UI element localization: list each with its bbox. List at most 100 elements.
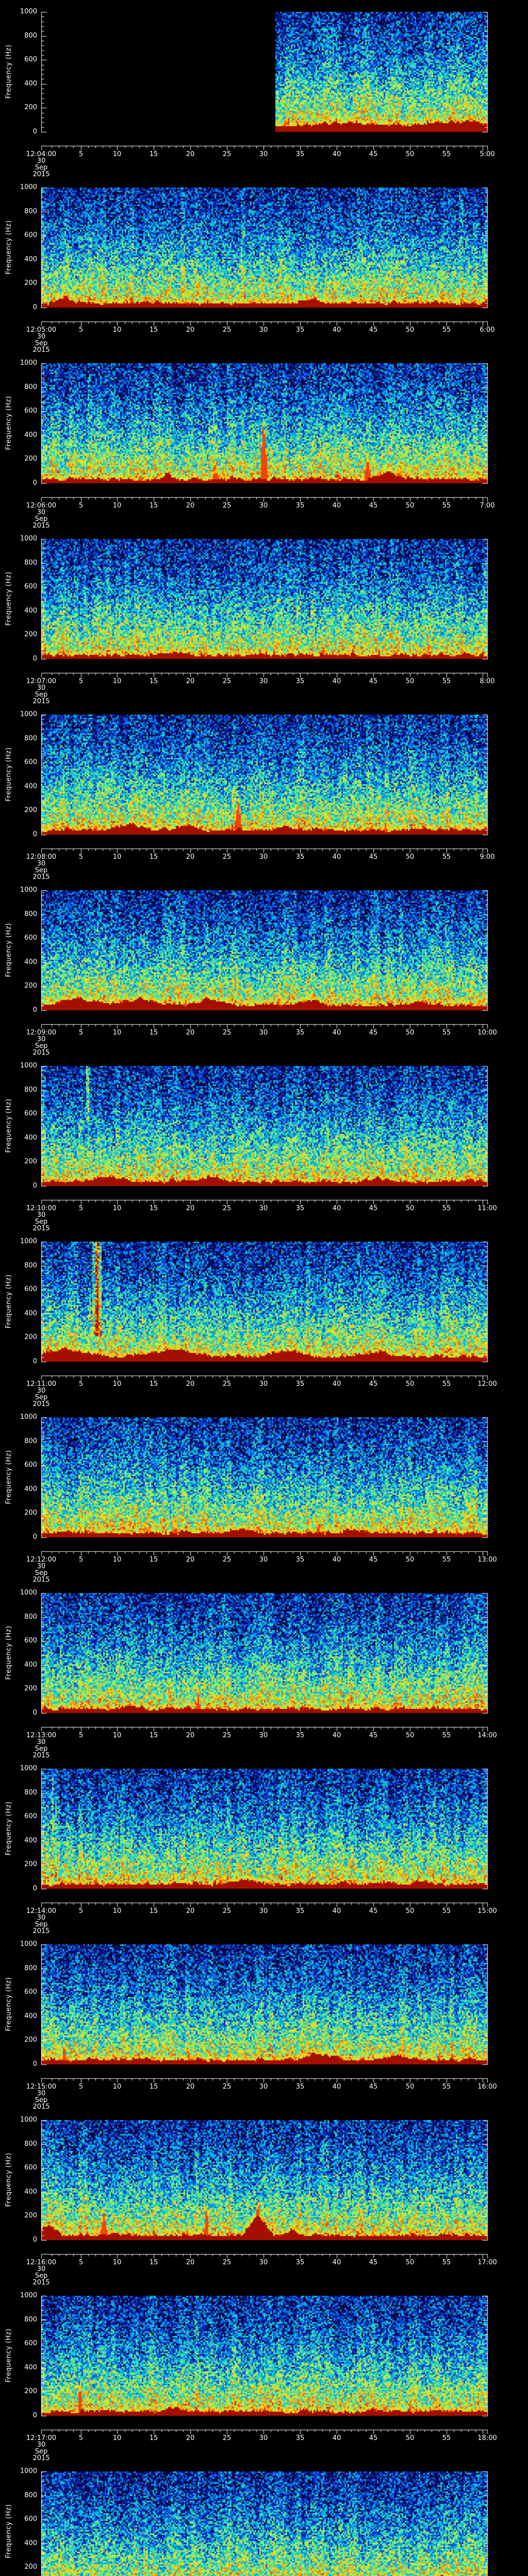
axes-and-ticks: [0, 2296, 528, 2471]
y-tick-label: 1000: [20, 183, 37, 191]
x-tick-label: 25: [222, 150, 232, 158]
x-tick-label: 35: [295, 1205, 305, 1212]
y-tick-label: 1000: [20, 1765, 37, 1772]
x-tick-label: 55: [442, 1732, 451, 1739]
y-tick-label: 0: [32, 1533, 37, 1541]
y-tick-label: 200: [24, 2387, 37, 2395]
x-tick-label: 10: [112, 1380, 122, 1388]
x-tick-label: 30: [259, 326, 268, 334]
y-tick-label: 600: [24, 583, 37, 590]
y-axis-title: Frequency (Hz): [5, 220, 13, 275]
spectrogram-panel: Frequency (Hz) 12:07:00 30 Sep 2015 8:00…: [0, 535, 528, 715]
x-tick-label: 10: [112, 2083, 122, 2091]
x-tick-label: 50: [405, 1205, 415, 1212]
y-axis-title: Frequency (Hz): [5, 2504, 13, 2558]
y-tick-label: 200: [24, 455, 37, 463]
x-axis-end-time: 8:00: [480, 677, 495, 685]
x-axis-date-year: 2015: [32, 1927, 50, 1935]
x-tick-label: 50: [405, 2083, 415, 2091]
x-tick-label: 55: [442, 2083, 451, 2091]
x-tick-label: 30: [259, 2259, 268, 2266]
y-tick-label: 800: [24, 383, 37, 391]
y-tick-label: 0: [32, 1006, 37, 1014]
x-tick-label: 35: [295, 150, 305, 158]
x-axis-end-time: 13:00: [477, 1556, 497, 1564]
y-axis-title: Frequency (Hz): [5, 747, 13, 802]
x-tick-label: 55: [442, 326, 451, 334]
spectrogram-panel: Frequency (Hz) 12:08:00 30 Sep 2015 9:00…: [0, 711, 528, 890]
y-tick-label: 400: [24, 2012, 37, 2020]
x-tick-label: 45: [369, 1380, 378, 1388]
x-tick-label: 25: [222, 853, 232, 861]
y-tick-label: 0: [32, 2236, 37, 2244]
x-tick-label: 35: [295, 1556, 305, 1564]
x-tick-label: 25: [222, 2434, 232, 2442]
x-tick-label: 10: [112, 1907, 122, 1915]
x-axis-date-year: 2015: [32, 698, 50, 705]
y-tick-label: 600: [24, 1285, 37, 1293]
y-axis-title: Frequency (Hz): [5, 571, 13, 626]
x-tick-label: 40: [332, 326, 341, 334]
x-axis-end-time: 14:00: [477, 1732, 497, 1739]
x-tick-label: 15: [149, 1205, 158, 1212]
x-tick-label: 25: [222, 1380, 232, 1388]
y-tick-label: 200: [24, 631, 37, 638]
y-tick-label: 0: [32, 128, 37, 135]
y-tick-label: 200: [24, 1685, 37, 1692]
y-tick-label: 0: [32, 2412, 37, 2419]
x-tick-label: 30: [259, 677, 268, 685]
x-tick-label: 35: [295, 326, 305, 334]
y-axis-title: Frequency (Hz): [5, 396, 13, 450]
x-tick-label: 40: [332, 677, 341, 685]
x-tick-label: 50: [405, 853, 415, 861]
x-tick-label: 20: [186, 1380, 195, 1388]
x-tick-label: 35: [295, 677, 305, 685]
spectrogram-panel: Frequency (Hz) 12:16:00 30 Sep 2015 17:0…: [0, 2116, 528, 2296]
x-tick-label: 35: [295, 2259, 305, 2266]
y-tick-label: 400: [24, 958, 37, 966]
y-tick-label: 800: [24, 559, 37, 567]
y-tick-label: 200: [24, 982, 37, 990]
x-tick-label: 15: [149, 502, 158, 510]
x-tick-label: 15: [149, 2434, 158, 2442]
x-tick-label: 55: [442, 2259, 451, 2266]
x-tick-label: 10: [112, 502, 122, 510]
x-tick-label: 45: [369, 1732, 378, 1739]
x-tick-label: 15: [149, 1556, 158, 1564]
y-axis-title: Frequency (Hz): [5, 1977, 13, 2031]
axes-and-ticks: [0, 1417, 528, 1593]
x-tick-label: 10: [112, 853, 122, 861]
y-tick-label: 0: [32, 303, 37, 311]
x-tick-label: 15: [149, 1029, 158, 1037]
x-tick-label: 20: [186, 2259, 195, 2266]
x-tick-label: 35: [295, 1029, 305, 1037]
y-tick-label: 200: [24, 2563, 37, 2571]
y-tick-label: 1000: [20, 1589, 37, 1597]
x-tick-label: 5: [78, 150, 84, 158]
y-axis-title: Frequency (Hz): [5, 2328, 13, 2383]
y-axis-title: Frequency (Hz): [5, 1625, 13, 1680]
x-tick-label: 20: [186, 326, 195, 334]
x-tick-label: 35: [295, 1380, 305, 1388]
x-tick-label: 20: [186, 677, 195, 685]
x-tick-label: 5: [78, 502, 84, 510]
x-tick-label: 50: [405, 502, 415, 510]
x-tick-label: 25: [222, 326, 232, 334]
y-tick-label: 800: [24, 1789, 37, 1797]
x-tick-label: 20: [186, 502, 195, 510]
x-tick-label: 30: [259, 853, 268, 861]
y-tick-label: 600: [24, 231, 37, 239]
x-tick-label: 55: [442, 1380, 451, 1388]
x-tick-label: 5: [78, 326, 84, 334]
x-tick-label: 40: [332, 1380, 341, 1388]
y-tick-label: 800: [24, 208, 37, 215]
spectrogram-panel: Frequency (Hz) 12:17:00 30 Sep 2015 18:0…: [0, 2292, 528, 2471]
x-tick-label: 50: [405, 1732, 415, 1739]
x-tick-label: 40: [332, 1556, 341, 1564]
y-tick-label: 800: [24, 1086, 37, 1094]
x-axis-date-year: 2015: [32, 171, 50, 178]
x-tick-label: 40: [332, 502, 341, 510]
y-tick-label: 200: [24, 806, 37, 814]
spectrogram-panel: Frequency (Hz) 12:09:00 30 Sep 2015 10:0…: [0, 887, 528, 1066]
x-axis-end-time: 15:00: [477, 1907, 497, 1915]
